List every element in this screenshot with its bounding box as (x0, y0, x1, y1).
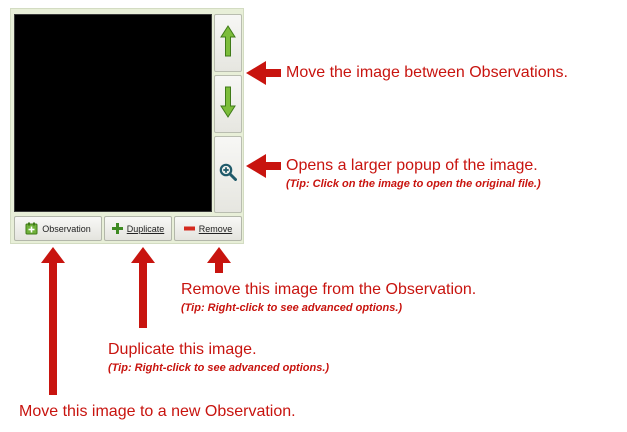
callout-popup-text: Opens a larger popup of the image. (286, 157, 538, 174)
callout-new-observation-text: Move this image to a new Observation. (19, 403, 296, 420)
annotation-arrow-observation (41, 247, 65, 395)
annotation-arrow-popup (246, 154, 281, 178)
callout-popup: Opens a larger popup of the image. (Tip:… (286, 157, 541, 190)
callout-remove: Remove this image from the Observation. … (181, 281, 476, 314)
callout-move-between: Move the image between Observations. (286, 64, 568, 82)
callout-duplicate-text: Duplicate this image. (108, 341, 257, 358)
callout-remove-text: Remove this image from the Observation. (181, 281, 477, 298)
annotation-arrow-move (246, 61, 281, 85)
callout-move-between-text: Move the image between Observations. (286, 64, 568, 81)
annotation-arrow-remove (207, 247, 231, 273)
callout-remove-tip: (Tip: Right-click to see advanced option… (181, 302, 403, 314)
callout-duplicate-tip: (Tip: Right-click to see advanced option… (108, 362, 330, 374)
callout-duplicate: Duplicate this image. (Tip: Right-click … (108, 341, 329, 374)
annotation-arrow-duplicate (131, 247, 155, 328)
callout-popup-tip: (Tip: Click on the image to open the ori… (286, 178, 541, 190)
callout-new-observation: Move this image to a new Observation. (19, 403, 296, 421)
